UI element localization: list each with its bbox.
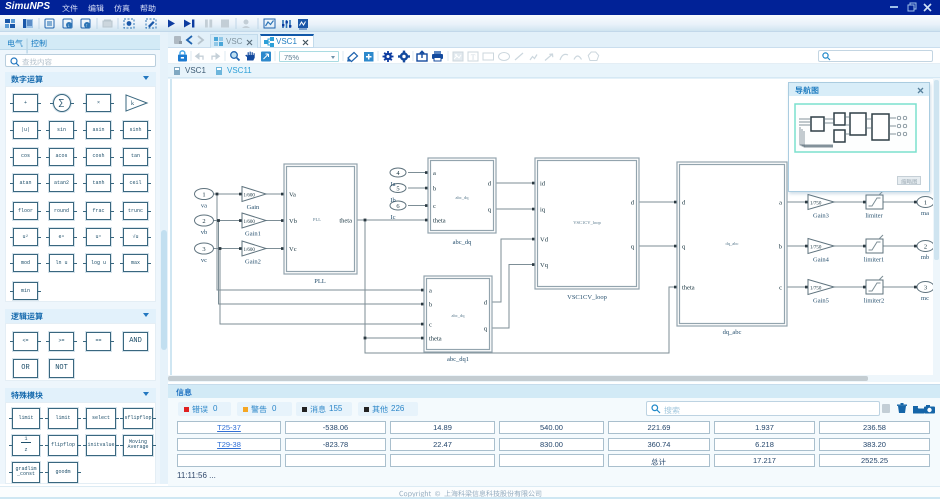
svg-text:ma: ma <box>921 210 929 217</box>
svg-text:Va: Va <box>289 192 296 199</box>
svg-text:mb: mb <box>921 254 929 261</box>
svg-text:VSC1CV_loop: VSC1CV_loop <box>573 220 601 225</box>
svg-text:3: 3 <box>924 285 927 292</box>
svg-text:Gain: Gain <box>247 204 260 211</box>
svg-text:theta: theta <box>433 218 446 225</box>
svg-text:limiter1: limiter1 <box>864 257 885 264</box>
svg-text:1/750: 1/750 <box>810 246 822 251</box>
svg-text:T: T <box>471 53 476 62</box>
svg-text:Gain5: Gain5 <box>813 298 829 305</box>
svg-text:2: 2 <box>202 218 205 225</box>
svg-text:dq_abc: dq_abc <box>723 329 742 336</box>
svg-text:theta: theta <box>429 336 442 343</box>
svg-text:↓: ↓ <box>68 24 71 29</box>
svg-text:1: 1 <box>202 192 205 199</box>
svg-text:Gain4: Gain4 <box>813 257 830 264</box>
svg-text:dq_abc: dq_abc <box>726 241 739 246</box>
svg-text:1: 1 <box>924 200 927 207</box>
svg-text:theta: theta <box>682 285 695 292</box>
svg-text:k: k <box>131 101 134 107</box>
svg-text:id: id <box>540 181 546 188</box>
svg-text:VSC1CV_loop: VSC1CV_loop <box>567 294 607 301</box>
svg-text:5: 5 <box>396 186 399 193</box>
svg-text:1/750: 1/750 <box>810 202 822 207</box>
svg-text:c: c <box>433 203 436 210</box>
svg-text:PLL: PLL <box>313 217 321 222</box>
svg-text:Ic: Ic <box>390 214 395 221</box>
svg-text:b: b <box>429 302 432 309</box>
svg-text:Ia: Ia <box>390 181 395 188</box>
svg-text:c: c <box>779 285 782 292</box>
svg-text:limiter2: limiter2 <box>864 298 885 305</box>
svg-text:1/600: 1/600 <box>244 248 256 253</box>
svg-text:vc: vc <box>201 257 207 264</box>
svg-text:Ib: Ib <box>390 197 395 204</box>
svg-text:iq: iq <box>540 207 546 214</box>
svg-text:PLL: PLL <box>314 278 326 285</box>
svg-text:a: a <box>429 288 432 295</box>
svg-text:mc: mc <box>921 295 929 302</box>
svg-text:↑: ↑ <box>86 24 89 29</box>
svg-text:b: b <box>433 186 436 193</box>
svg-text:vb: vb <box>201 229 208 236</box>
svg-text:Vb: Vb <box>289 218 297 225</box>
svg-text:theta: theta <box>339 218 352 225</box>
svg-text:b: b <box>779 244 782 251</box>
svg-text:limiter: limiter <box>865 213 883 220</box>
svg-text:3: 3 <box>202 246 205 253</box>
svg-text:Vq: Vq <box>540 262 549 269</box>
svg-text:Vd: Vd <box>540 237 549 244</box>
svg-text:1/750: 1/750 <box>810 287 822 292</box>
svg-text:abc_dq: abc_dq <box>453 239 473 246</box>
svg-text:va: va <box>201 203 207 210</box>
svg-text:1/600: 1/600 <box>244 194 256 199</box>
svg-text:abc_dq: abc_dq <box>452 313 466 318</box>
svg-text:abc_dq1: abc_dq1 <box>447 356 469 363</box>
svg-text:Vc: Vc <box>289 246 297 253</box>
svg-text:Gain3: Gain3 <box>813 213 829 220</box>
svg-text:2: 2 <box>924 244 927 251</box>
svg-text:a: a <box>779 200 782 207</box>
svg-text:Gain1: Gain1 <box>245 231 261 238</box>
svg-text:c: c <box>429 322 432 329</box>
svg-text:abc_dq: abc_dq <box>456 195 470 200</box>
svg-text:Gain2: Gain2 <box>245 259 261 266</box>
svg-text:a: a <box>433 170 436 177</box>
svg-text:1/600: 1/600 <box>244 220 256 225</box>
